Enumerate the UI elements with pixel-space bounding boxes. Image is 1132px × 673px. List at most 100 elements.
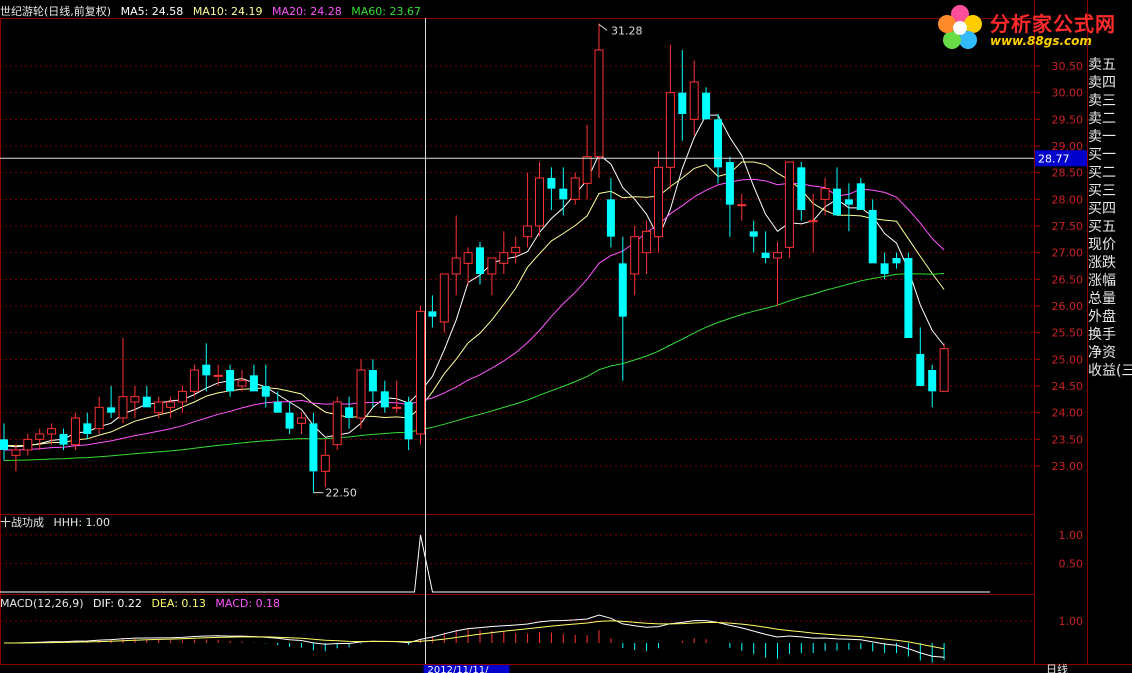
quote-label: 外盘 xyxy=(1088,309,1116,325)
candle-body xyxy=(844,199,853,205)
quote-label: 买三 xyxy=(1088,183,1116,199)
price-tick-label: 28.00 xyxy=(1052,193,1084,206)
ma10-label: MA10: 24.19 xyxy=(192,5,263,18)
candle-body xyxy=(166,401,176,408)
quote-label: 换手 xyxy=(1088,327,1116,343)
candle-body xyxy=(665,92,675,168)
moving-average-lines xyxy=(3,114,945,461)
bottom-strip xyxy=(0,664,1132,673)
candle-body xyxy=(654,166,663,238)
ma60-line xyxy=(3,273,945,461)
ma60-label: MA60: 23.67 xyxy=(351,5,421,18)
candle-body xyxy=(345,407,354,418)
candle-body xyxy=(83,423,92,434)
price-tick-label: 25.50 xyxy=(1052,327,1084,340)
ma20-line xyxy=(4,178,945,451)
candle-body xyxy=(107,407,116,413)
candle-body xyxy=(808,220,818,223)
ma20-label: MA20: 24.28 xyxy=(272,5,342,18)
candle-body xyxy=(320,454,330,472)
quote-label: 净资 xyxy=(1088,345,1116,361)
quote-panel: 卖五 卖四 卖三 卖二 卖一 买一 买二 买三 买四 买五 现价 涨跌 涨幅 总量 外盘 换手 净资 收益(三 xyxy=(1088,56,1132,380)
candle-body xyxy=(511,246,521,254)
price-tick-label: 23.00 xyxy=(1052,460,1084,473)
candle-body xyxy=(535,177,544,227)
price-tick-label: 23.50 xyxy=(1052,433,1084,446)
candle-body xyxy=(154,401,164,414)
brand-name: 分析家公式网 xyxy=(990,12,1116,36)
candle-body xyxy=(297,417,306,424)
quote-label: 买四 xyxy=(1088,201,1116,217)
quote-label: 总量 xyxy=(1088,291,1116,307)
candle-body xyxy=(904,258,913,338)
candle-body xyxy=(226,370,235,392)
candle-body xyxy=(35,433,45,440)
candle-body xyxy=(939,348,949,392)
candle-body xyxy=(309,423,318,472)
quote-label: 涨跌 xyxy=(1088,255,1116,271)
candle-body xyxy=(392,406,402,409)
candle-body xyxy=(142,396,151,408)
candle-body xyxy=(487,257,497,275)
period-label: 日线 xyxy=(1046,662,1068,673)
candle-body xyxy=(618,263,627,317)
indicator-header: 十战功成 HHH: 1.00 xyxy=(0,516,116,529)
macd-value: MACD: 0.18 xyxy=(215,597,281,610)
candle-body xyxy=(178,390,187,403)
high-marker xyxy=(598,23,608,31)
candle-body xyxy=(463,252,473,264)
candle-body xyxy=(570,177,580,200)
candle-body xyxy=(0,439,8,450)
candle-body xyxy=(630,236,640,275)
brand-url: www.88gs.com xyxy=(990,34,1092,48)
candle-body xyxy=(642,230,652,254)
macd-dea: DEA: 0.13 xyxy=(151,597,206,610)
candle-body xyxy=(368,370,377,392)
candle-body xyxy=(582,156,592,184)
quote-label: 涨幅 xyxy=(1088,273,1116,289)
candle-body xyxy=(547,178,556,189)
candle-body xyxy=(737,204,747,207)
candle-body xyxy=(439,273,449,323)
candle-body xyxy=(356,369,366,419)
indicator-value: HHH: 1.00 xyxy=(53,516,111,529)
candle-body xyxy=(23,438,33,451)
candle-body xyxy=(47,428,57,435)
candle-body xyxy=(606,199,615,237)
candle-body xyxy=(725,162,734,205)
candle-body xyxy=(773,252,782,259)
candle-body xyxy=(594,49,604,158)
candle-body xyxy=(451,257,461,275)
quote-label: 卖五 xyxy=(1088,57,1116,73)
price-tick-label: 27.00 xyxy=(1052,247,1084,260)
candle-body xyxy=(880,263,889,274)
candle-body xyxy=(416,310,425,435)
quote-label: 卖三 xyxy=(1088,93,1116,109)
price-tick-label: 24.50 xyxy=(1052,380,1084,393)
candle-body xyxy=(856,183,865,210)
price-tick-label: 26.50 xyxy=(1052,273,1084,286)
price-tick-label: 28.50 xyxy=(1052,167,1084,180)
candle-body xyxy=(70,417,80,446)
indicator-tick-label: 1.00 xyxy=(1059,529,1084,542)
date-label: 2012/11/11/ xyxy=(428,665,490,673)
price-tick-label: 24.00 xyxy=(1052,407,1084,420)
macd-dif: DIF: 0.22 xyxy=(93,597,142,610)
candle-body xyxy=(833,188,841,216)
price-tick-label: 27.50 xyxy=(1052,220,1084,233)
crosshair-price-label: 28.77 xyxy=(1038,152,1070,165)
ma5-label: MA5: 24.58 xyxy=(120,5,184,18)
candle-body xyxy=(94,406,104,430)
candle-body xyxy=(749,231,758,237)
candle-body xyxy=(689,81,699,120)
chart-title: 世纪游轮(日线,前复权) xyxy=(0,5,112,18)
candle-body xyxy=(189,369,199,392)
stock-chart[interactable]: 31.2822.50 30.5030.0029.5029.0028.5028.0… xyxy=(0,0,1132,673)
macd-title: MACD(12,26,9) xyxy=(0,597,84,610)
candle-body xyxy=(213,374,223,377)
candle-body xyxy=(332,401,342,446)
candle-body xyxy=(523,225,533,238)
candle-body xyxy=(273,402,282,413)
candle-body xyxy=(59,434,68,445)
candle-body xyxy=(714,119,722,168)
